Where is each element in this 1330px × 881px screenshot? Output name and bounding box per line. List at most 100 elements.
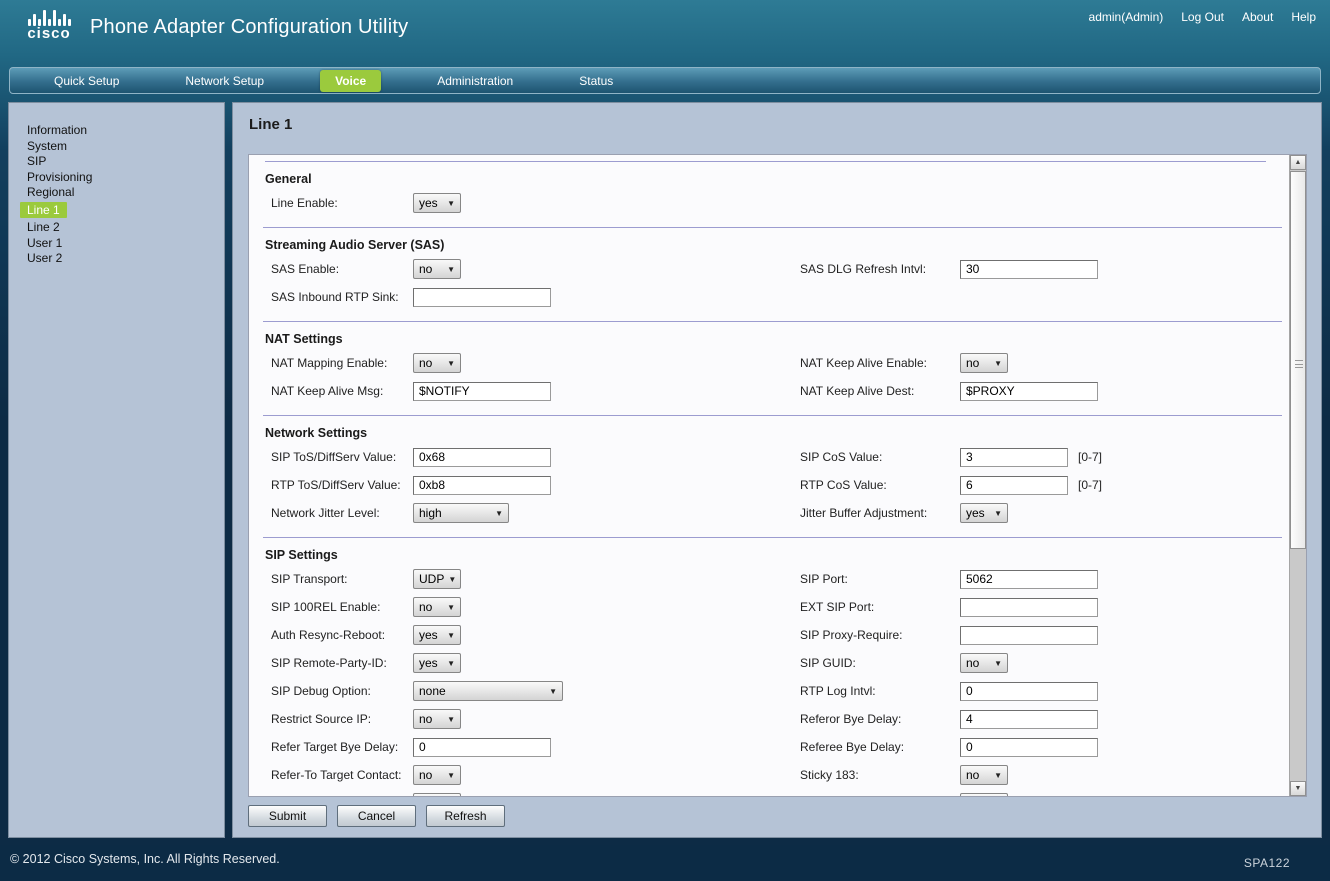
tab-status[interactable]: Status xyxy=(569,70,623,92)
tab-quick-setup[interactable]: Quick Setup xyxy=(44,70,129,92)
sidebar-item-provisioning[interactable]: Provisioning xyxy=(27,170,224,186)
sip-port-input[interactable] xyxy=(960,569,1098,589)
about-link[interactable]: About xyxy=(1242,10,1273,24)
sidebar-item-user-1[interactable]: User 1 xyxy=(27,236,224,252)
form-row: SAS Enable: no ▼ SAS DLG Refresh Intvl: xyxy=(263,255,1282,283)
sidebar-item-information[interactable]: Information xyxy=(27,123,224,139)
sidebar-item-line-2[interactable]: Line 2 xyxy=(27,220,224,236)
sip-cos-value-input[interactable] xyxy=(960,447,1068,467)
action-buttons: Submit Cancel Refresh xyxy=(248,805,505,827)
nat-keep-alive-enable-select[interactable]: no ▼ xyxy=(960,353,1008,373)
form-field: SIP Transport: UDP ▼ xyxy=(263,569,800,589)
field-label: Network Jitter Level: xyxy=(271,506,380,520)
sip-remote-party-id-select[interactable]: yes ▼ xyxy=(413,653,461,673)
select-value: no xyxy=(419,796,432,797)
page-title: Line 1 xyxy=(249,116,293,133)
form-row: Auth Resync-Reboot: yes ▼ SIP Proxy-Require… xyxy=(263,621,1282,649)
copyright-text: © 2012 Cisco Systems, Inc. All Rights Re… xyxy=(10,852,280,866)
sticky-183-select[interactable]: no ▼ xyxy=(960,765,1008,785)
sidebar-item-user-2[interactable]: User 2 xyxy=(27,251,224,267)
jitter-buffer-adjustment-select[interactable]: yes ▼ xyxy=(960,503,1008,523)
nat-keep-alive-msg-input[interactable] xyxy=(413,381,551,401)
form-row: NAT Keep Alive Msg: NAT Keep Alive Dest: xyxy=(263,377,1282,405)
app-title: Phone Adapter Configuration Utility xyxy=(90,16,409,38)
tab-administration[interactable]: Administration xyxy=(427,70,523,92)
field-label: EXT SIP Port: xyxy=(800,600,875,614)
form-field: Line Enable: yes ▼ xyxy=(263,193,800,213)
form-field: Referee Bye Delay: xyxy=(800,737,1282,757)
sip-proxy-require-input[interactable] xyxy=(960,625,1098,645)
scrollbar[interactable]: ▲ ▼ xyxy=(1289,155,1306,796)
help-link[interactable]: Help xyxy=(1291,10,1316,24)
sip-guid-select[interactable]: no ▼ xyxy=(960,653,1008,673)
sip-100rel-enable-select[interactable]: no ▼ xyxy=(413,597,461,617)
submit-button[interactable]: Submit xyxy=(248,805,327,827)
chevron-down-icon: ▼ xyxy=(447,658,455,668)
sas-dlg-refresh-intvl-input[interactable] xyxy=(960,259,1098,279)
logout-link[interactable]: Log Out xyxy=(1181,10,1224,24)
sip-tos-diffserv-value-input[interactable] xyxy=(413,447,551,467)
nat-keep-alive-dest-input[interactable] xyxy=(960,381,1098,401)
field-label: NAT Mapping Enable: xyxy=(271,356,388,370)
field-label: NAT Keep Alive Dest: xyxy=(800,384,915,398)
rtp-log-intvl-input[interactable] xyxy=(960,681,1098,701)
referee-bye-delay-input[interactable] xyxy=(960,737,1098,757)
section-title: Streaming Audio Server (SAS) xyxy=(265,238,445,252)
main-area: Line 1 General Line Enable: yes ▼ Streaming … xyxy=(232,102,1322,838)
rtp-cos-value-input[interactable] xyxy=(960,475,1068,495)
sas-enable-select[interactable]: no ▼ xyxy=(413,259,461,279)
sip-transport-select[interactable]: UDP ▼ xyxy=(413,569,461,589)
nat-mapping-enable-select[interactable]: no ▼ xyxy=(413,353,461,373)
scroll-down-icon[interactable]: ▼ xyxy=(1290,781,1306,796)
range-hint: [0-7] xyxy=(1078,478,1103,492)
sidebar-item-label: User 2 xyxy=(27,251,63,265)
form-row: Refer-To Target Contact: no ▼ Sticky 183: no… xyxy=(263,761,1282,789)
section-streaming-audio-server-sas: Streaming Audio Server (SAS) SAS Enable: n… xyxy=(263,228,1282,322)
select-value: no xyxy=(419,600,433,614)
sidebar-item-sip[interactable]: SIP xyxy=(27,154,224,170)
field-label: RTP ToS/DiffServ Value: xyxy=(271,478,401,492)
reply-182-on-call-waiting-select[interactable]: no▼ xyxy=(960,793,1008,796)
rtp-tos-diffserv-value-input[interactable] xyxy=(413,475,551,495)
scrollbar-thumb[interactable] xyxy=(1290,171,1306,549)
scroll-up-icon[interactable]: ▲ xyxy=(1290,155,1306,170)
select-value: yes xyxy=(419,656,438,670)
network-jitter-level-select[interactable]: high ▼ xyxy=(413,503,509,523)
sidebar-item-label: Regional xyxy=(27,185,75,199)
chevron-down-icon: ▼ xyxy=(447,264,455,274)
form-field: SIP CoS Value: [0-7] xyxy=(800,447,1282,467)
form-field: Auth Resync-Reboot: yes ▼ xyxy=(263,625,800,645)
form-field: SIP 100REL Enable: no ▼ xyxy=(263,597,800,617)
sidebar-item-label: Line 2 xyxy=(27,220,60,234)
ext-sip-port-input[interactable] xyxy=(960,597,1098,617)
section-network-settings: Network SettingsSIP ToS/DiffServ Value:S… xyxy=(263,416,1282,538)
auth-invite-select[interactable]: no▼ xyxy=(413,793,461,797)
refresh-button[interactable]: Refresh xyxy=(426,805,505,827)
sip-debug-option-select[interactable]: none ▼ xyxy=(413,681,563,701)
select-value: yes xyxy=(419,628,438,642)
sidebar-item-regional[interactable]: Regional xyxy=(27,185,224,201)
refer-to-target-contact-select[interactable]: no ▼ xyxy=(413,765,461,785)
sidebar-item-label: SIP xyxy=(27,154,47,168)
auth-resync-reboot-select[interactable]: yes ▼ xyxy=(413,625,461,645)
cisco-logo: cisco xyxy=(20,8,78,41)
sidebar-item-system[interactable]: System xyxy=(27,139,224,155)
refer-target-bye-delay-input[interactable] xyxy=(413,737,551,757)
device-model: SPA122 xyxy=(1243,856,1290,870)
top-links: admin(Admin) Log Out About Help xyxy=(1089,10,1316,24)
line-enable-select[interactable]: yes ▼ xyxy=(413,193,461,213)
tab-voice[interactable]: Voice xyxy=(320,69,382,92)
sas-inbound-rtp-sink-input[interactable] xyxy=(413,287,551,307)
cancel-button[interactable]: Cancel xyxy=(337,805,416,827)
referor-bye-delay-input[interactable] xyxy=(960,709,1098,729)
current-user: admin(Admin) xyxy=(1088,10,1164,24)
chevron-down-icon: ▼ xyxy=(447,602,455,612)
form-row: SIP Debug Option: none ▼ RTP Log Intvl: xyxy=(263,677,1282,705)
tab-network-setup[interactable]: Network Setup xyxy=(175,70,274,92)
form-field: SIP Debug Option: none ▼ xyxy=(263,681,800,701)
sidebar-item-label: Provisioning xyxy=(27,169,93,184)
sidebar-nav: Information System SIP Provisioning Regional… xyxy=(8,102,225,838)
restrict-source-ip-select[interactable]: no ▼ xyxy=(413,709,461,729)
select-value: yes xyxy=(966,506,985,520)
sidebar-item-line-1[interactable]: Line 1 xyxy=(20,201,224,219)
